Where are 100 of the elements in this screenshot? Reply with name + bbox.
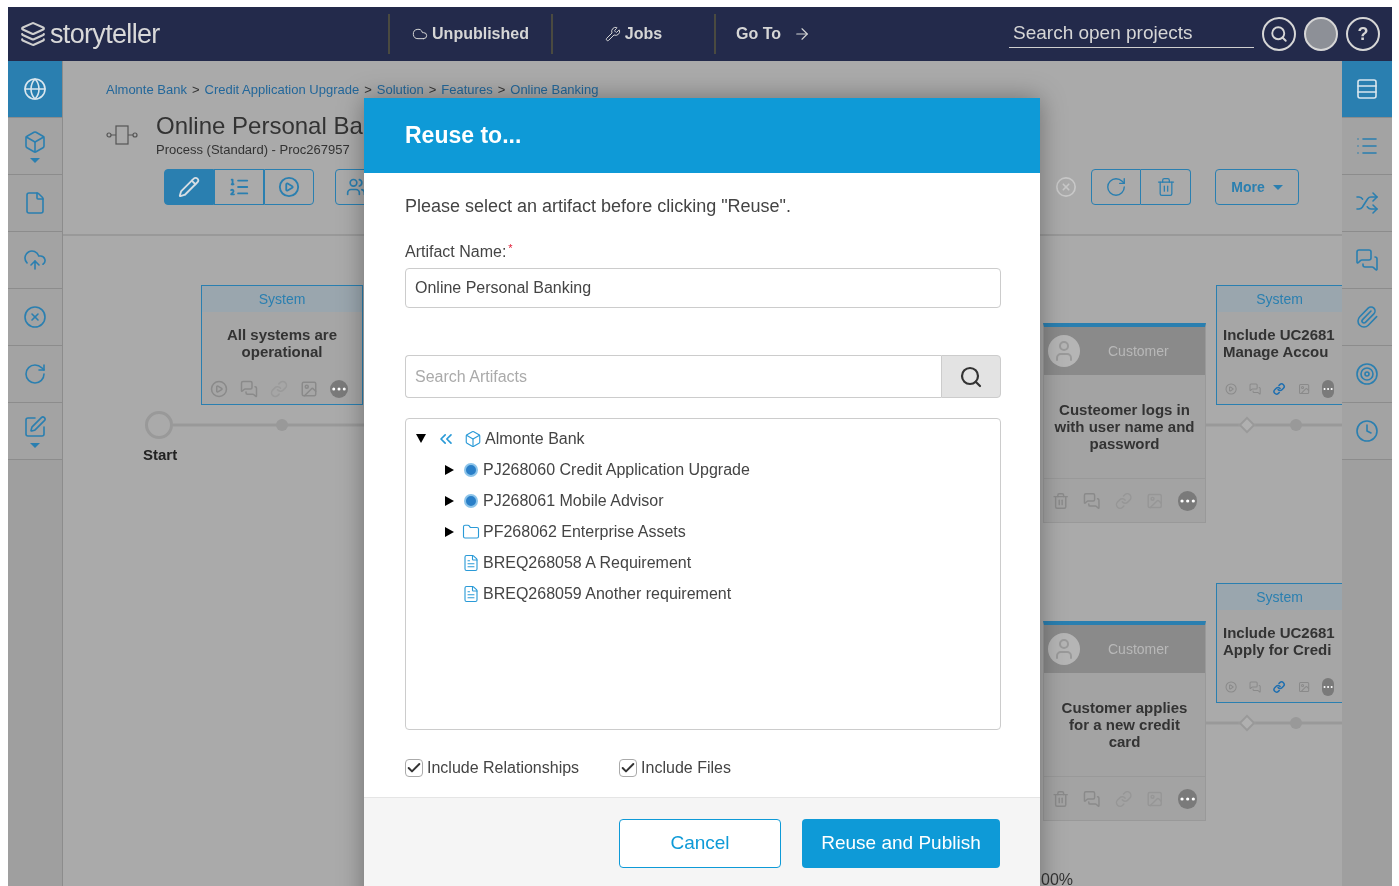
card-text: Apply for Credi xyxy=(1222,641,1332,658)
document-icon xyxy=(23,191,47,215)
more-icon xyxy=(330,380,348,398)
more-icon xyxy=(1177,788,1197,809)
search-icon xyxy=(959,364,983,389)
tree-item[interactable]: PF268062 Enterprise Assets xyxy=(483,519,686,544)
checkbox-label: Include Relationships xyxy=(427,758,580,778)
chat-icon xyxy=(1249,380,1262,398)
tree-item[interactable]: BREQ268058 A Requirement xyxy=(483,550,692,575)
nav-link[interactable]: Go To xyxy=(736,22,816,46)
sidebar-item[interactable] xyxy=(1342,346,1392,403)
chat-icon xyxy=(1355,248,1379,272)
pencil-icon xyxy=(178,176,200,198)
search-button[interactable] xyxy=(941,355,1001,398)
cube-icon xyxy=(23,129,47,154)
view-mode-button[interactable] xyxy=(164,169,214,205)
sidebar-item[interactable] xyxy=(1342,232,1392,289)
nav-link[interactable]: Unpublished xyxy=(412,22,529,46)
card-text: Include UC2681 xyxy=(1222,326,1335,343)
delete-button[interactable] xyxy=(1141,169,1191,205)
sidebar-item[interactable] xyxy=(1342,403,1392,460)
instruction-text: Please select an artifact before clicking "Reuse". xyxy=(405,195,792,218)
sidebar-item[interactable] xyxy=(1342,118,1392,175)
sidebar-item[interactable] xyxy=(8,346,62,403)
sidebar-item[interactable] xyxy=(8,232,62,289)
search-button[interactable] xyxy=(1262,17,1296,51)
breadcrumb-separator: > xyxy=(497,81,506,99)
play-icon xyxy=(1225,678,1238,696)
numbered-list-icon xyxy=(228,176,250,198)
sidebar-item[interactable] xyxy=(1342,289,1392,346)
refresh-icon xyxy=(1105,176,1127,198)
tree-item[interactable]: PJ268061 Mobile Advisor xyxy=(483,488,664,513)
chat-icon xyxy=(1083,491,1101,510)
play-icon xyxy=(1225,380,1238,398)
chat-icon xyxy=(1083,789,1101,808)
play-icon xyxy=(278,176,300,198)
caret-icon xyxy=(1272,184,1283,190)
trash-icon xyxy=(1155,177,1176,197)
users-icon xyxy=(346,177,366,197)
field-label: Artifact Name: xyxy=(405,242,507,262)
logo-icon xyxy=(20,21,46,47)
breadcrumb-separator: > xyxy=(364,81,372,99)
image-icon xyxy=(300,380,318,398)
sidebar-item[interactable] xyxy=(8,175,62,232)
sidebar-item[interactable] xyxy=(1342,175,1392,232)
shuffle-icon xyxy=(1355,191,1379,215)
sidebar-item[interactable] xyxy=(8,118,62,175)
project-icon xyxy=(464,462,478,477)
artifact-name-field[interactable]: Online Personal Banking xyxy=(405,268,1001,308)
checkbox[interactable] xyxy=(619,759,638,777)
avatar-icon xyxy=(1048,335,1080,367)
view-mode-button[interactable] xyxy=(264,169,314,205)
chat-icon xyxy=(1249,678,1262,696)
caret-icon xyxy=(30,442,40,448)
target-icon xyxy=(1355,362,1379,386)
trash-icon xyxy=(1052,491,1070,510)
artifact-title: Online Personal Ba xyxy=(156,111,363,140)
search-field[interactable]: Search open projects xyxy=(1009,20,1254,48)
sidebar-item[interactable] xyxy=(8,61,62,118)
more-icon xyxy=(1321,678,1334,696)
cube-icon xyxy=(464,429,482,448)
tree-item[interactable]: BREQ268059 Another requirement xyxy=(483,581,732,606)
folder-icon xyxy=(462,522,480,541)
cloud-upload-icon xyxy=(23,248,47,272)
more-icon xyxy=(1177,490,1197,511)
cloud-icon xyxy=(412,26,429,42)
artifact-subtitle: Process (Standard) - Proc267957 xyxy=(156,140,351,159)
checkbox-label: Include Files xyxy=(641,758,731,778)
process-icon xyxy=(106,124,138,147)
circle-x-icon xyxy=(23,305,47,329)
circle-x-icon xyxy=(1055,176,1077,198)
play-icon xyxy=(210,380,228,398)
artifact-search-field[interactable]: Search Artifacts xyxy=(405,355,941,398)
rows-icon xyxy=(1355,77,1379,101)
search-icon xyxy=(1270,25,1288,43)
more-icon xyxy=(1321,380,1334,398)
sidebar-item[interactable] xyxy=(8,289,62,346)
avatar[interactable] xyxy=(1304,17,1338,51)
document-icon xyxy=(462,584,480,603)
sidebar-item[interactable] xyxy=(8,403,62,460)
help-button[interactable]: ? xyxy=(1346,17,1380,51)
nav-link[interactable]: Jobs xyxy=(604,22,663,46)
globe-icon xyxy=(23,77,47,101)
breadcrumb-separator: > xyxy=(191,81,200,99)
card-text: Include UC2681 xyxy=(1222,624,1335,641)
view-mode-button[interactable] xyxy=(214,169,264,205)
card-header: System xyxy=(1217,584,1342,610)
card-header: System xyxy=(1217,286,1342,312)
refresh-icon xyxy=(23,362,47,386)
sidebar-item[interactable] xyxy=(1342,61,1392,118)
card-text: Customer applies for a new credit card xyxy=(1060,699,1189,750)
trash-icon xyxy=(1052,789,1070,808)
tree-item[interactable]: Almonte Bank xyxy=(485,426,585,451)
logo-text[interactable]: storyteller xyxy=(50,13,160,55)
tree-item[interactable]: PJ268060 Credit Application Upgrade xyxy=(483,457,750,482)
checkbox[interactable] xyxy=(405,759,423,777)
avatar-icon xyxy=(1048,633,1080,665)
zoom-level: 00% xyxy=(1041,870,1074,886)
breadcrumb-separator: > xyxy=(428,81,437,99)
refresh-button[interactable] xyxy=(1091,169,1141,205)
